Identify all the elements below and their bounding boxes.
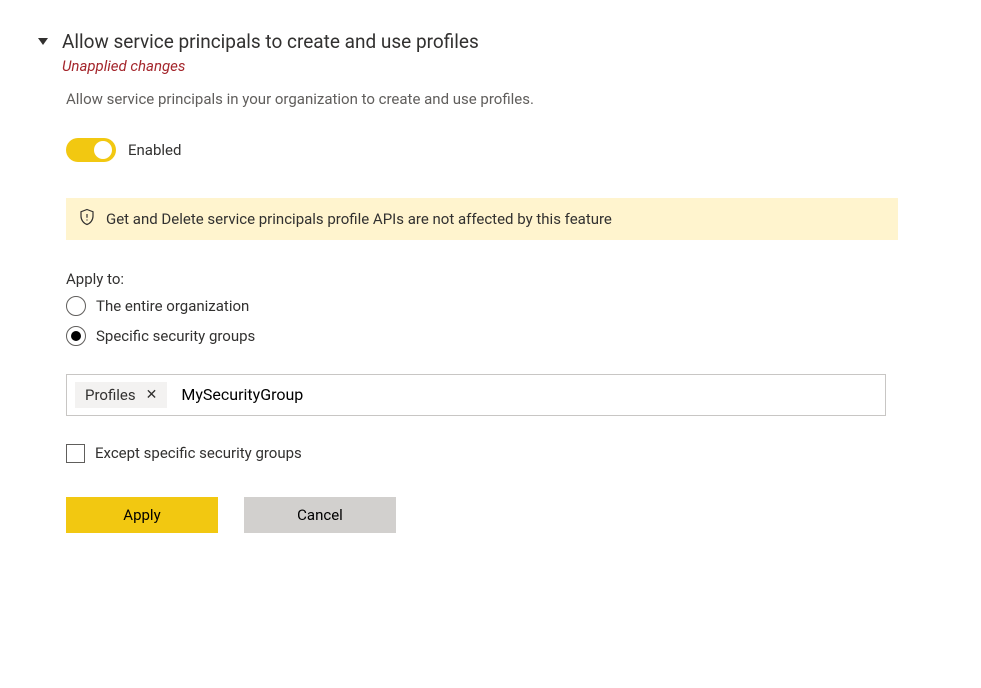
security-groups-input[interactable]: Profiles ✕ [66,374,886,416]
chip-label: Profiles [85,386,136,404]
enabled-toggle[interactable] [66,138,116,162]
setting-description: Allow service principals in your organiz… [66,89,951,110]
radio-label-specific-groups: Specific security groups [96,327,255,345]
radio-icon [66,296,86,316]
apply-button[interactable]: Apply [66,497,218,533]
security-group-text-input[interactable] [179,384,877,405]
checkbox-icon [66,444,85,463]
except-label: Except specific security groups [95,444,302,462]
apply-to-label: Apply to: [66,270,951,288]
collapse-caret-icon[interactable] [38,38,48,48]
setting-title: Allow service principals to create and u… [62,30,479,55]
toggle-state-label: Enabled [128,141,181,159]
warning-text: Get and Delete service principals profil… [106,210,612,228]
except-specific-groups-checkbox[interactable]: Except specific security groups [66,444,951,463]
chip-remove-icon[interactable]: ✕ [144,388,160,402]
warning-banner: Get and Delete service principals profil… [66,198,898,240]
shield-warning-icon [78,208,96,230]
apply-to-radio-group: The entire organization Specific securit… [66,296,951,346]
radio-entire-organization[interactable]: The entire organization [66,296,951,316]
radio-icon [66,326,86,346]
group-chip-profiles: Profiles ✕ [75,382,167,408]
unapplied-changes-label: Unapplied changes [62,57,479,75]
radio-specific-security-groups[interactable]: Specific security groups [66,326,951,346]
cancel-button[interactable]: Cancel [244,497,396,533]
radio-label-entire-org: The entire organization [96,297,249,315]
